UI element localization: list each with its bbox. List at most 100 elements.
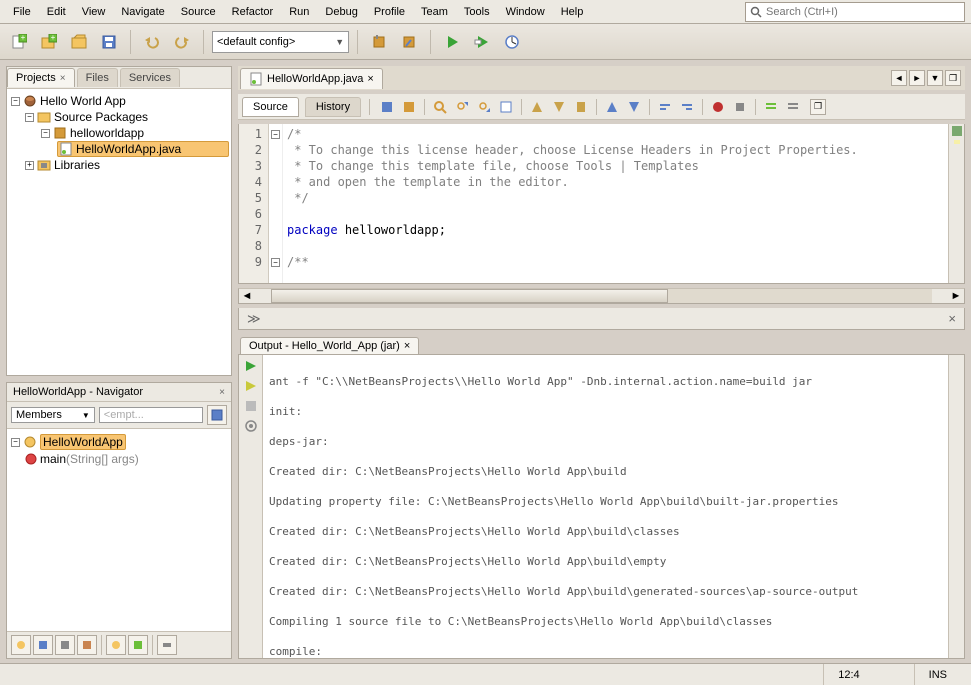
clean-build-button[interactable]	[396, 29, 422, 55]
editor-btn-prev-err[interactable]	[603, 98, 621, 116]
nav-method[interactable]: main(String[] args)	[9, 451, 229, 467]
menu-tools[interactable]: Tools	[457, 3, 497, 21]
menu-help[interactable]: Help	[554, 3, 591, 21]
tree-project-root[interactable]: −Hello World App	[9, 93, 229, 109]
editor-btn-prevbm[interactable]	[528, 98, 546, 116]
tab-services[interactable]: Services	[120, 68, 180, 87]
filter-field[interactable]: <empt...	[99, 407, 203, 423]
menu-refactor[interactable]: Refactor	[225, 3, 281, 21]
build-button[interactable]	[366, 29, 392, 55]
output-run-button[interactable]	[244, 359, 258, 373]
menu-source[interactable]: Source	[174, 3, 223, 21]
output-toolbar	[239, 355, 263, 658]
editor-btn-nextbm[interactable]	[550, 98, 568, 116]
editor-tab-file[interactable]: HelloWorldApp.java ×	[240, 68, 383, 89]
tab-nav-next[interactable]: ►	[909, 70, 925, 86]
quick-search[interactable]	[745, 2, 965, 22]
menu-window[interactable]: Window	[499, 3, 552, 21]
nav-filter-button[interactable]	[207, 405, 227, 425]
editor-btn-shift-left[interactable]	[656, 98, 674, 116]
output-stop-button[interactable]	[244, 399, 258, 413]
tab-nav-list[interactable]: ▼	[927, 70, 943, 86]
search-input[interactable]	[766, 6, 960, 18]
menu-bar: File Edit View Navigate Source Refactor …	[0, 0, 971, 24]
editor-vscrollbar[interactable]	[948, 124, 964, 283]
status-insert-mode: INS	[914, 664, 961, 685]
editor-btn-macro-stop[interactable]	[731, 98, 749, 116]
svg-text:+: +	[51, 34, 56, 42]
nav-filter-7[interactable]	[157, 635, 177, 655]
subtab-source[interactable]: Source	[242, 97, 299, 117]
tab-files[interactable]: Files	[77, 68, 118, 87]
output-text[interactable]: ant -f "C:\\NetBeansProjects\\Hello Worl…	[263, 355, 948, 658]
menu-profile[interactable]: Profile	[367, 3, 412, 21]
editor-btn-highlight[interactable]	[497, 98, 515, 116]
editor-btn-2[interactable]	[400, 98, 418, 116]
editor-btn-comment[interactable]	[762, 98, 780, 116]
output-settings-button[interactable]	[244, 419, 258, 433]
project-tree[interactable]: −Hello World App −Source Packages −hello…	[7, 89, 231, 375]
nav-filter-6[interactable]	[128, 635, 148, 655]
output-tab[interactable]: Output - Hello_World_App (jar) ×	[240, 337, 419, 354]
editor-btn-uncomment[interactable]	[784, 98, 802, 116]
save-all-button[interactable]	[96, 29, 122, 55]
nav-filter-5[interactable]	[106, 635, 126, 655]
menu-team[interactable]: Team	[414, 3, 455, 21]
output-vscrollbar[interactable]	[948, 355, 964, 658]
nav-filter-2[interactable]	[33, 635, 53, 655]
menu-run[interactable]: Run	[282, 3, 316, 21]
menu-navigate[interactable]: Navigate	[114, 3, 171, 21]
subtab-history[interactable]: History	[305, 97, 361, 117]
tab-nav-max[interactable]: ❐	[945, 70, 961, 86]
editor-btn-shift-right[interactable]	[678, 98, 696, 116]
redo-button[interactable]	[169, 29, 195, 55]
editor-breadcrumb[interactable]: ≫ ×	[238, 308, 965, 330]
close-icon[interactable]: ×	[219, 387, 225, 398]
run-config-select[interactable]: <default config> ▼	[212, 31, 349, 53]
profile-button[interactable]	[499, 29, 525, 55]
close-icon[interactable]: ×	[60, 73, 66, 84]
nav-filter-4[interactable]	[77, 635, 97, 655]
close-icon[interactable]: ×	[948, 311, 956, 326]
code-text[interactable]: /* * To change this license header, choo…	[283, 124, 948, 283]
nav-filter-3[interactable]	[55, 635, 75, 655]
tab-nav-prev[interactable]: ◄	[891, 70, 907, 86]
editor-hscrollbar[interactable]: ◄ ►	[238, 288, 965, 304]
open-project-button[interactable]	[66, 29, 92, 55]
editor-btn-next-err[interactable]	[625, 98, 643, 116]
nav-filter-1[interactable]	[11, 635, 31, 655]
navigator-tree[interactable]: −HelloWorldApp main(String[] args)	[7, 429, 231, 631]
debug-button[interactable]	[469, 29, 495, 55]
editor-btn-1[interactable]	[378, 98, 396, 116]
svg-text:+: +	[21, 34, 26, 42]
dropdown-arrow-icon: ▼	[335, 37, 344, 47]
tree-source-packages[interactable]: −Source Packages	[9, 109, 229, 125]
close-icon[interactable]: ×	[404, 340, 410, 352]
run-button[interactable]	[439, 29, 465, 55]
members-dropdown[interactable]: Members▼	[11, 407, 95, 423]
tab-projects[interactable]: Projects×	[7, 68, 75, 87]
new-file-button[interactable]: +	[6, 29, 32, 55]
fold-column[interactable]: − −	[269, 124, 283, 283]
editor-max-button[interactable]: ❐	[810, 99, 826, 115]
new-project-button[interactable]: +	[36, 29, 62, 55]
menu-file[interactable]: File	[6, 3, 38, 21]
editor-btn-togglebm[interactable]	[572, 98, 590, 116]
editor-btn-findprev[interactable]	[453, 98, 471, 116]
tree-java-file[interactable]: HelloWorldApp.java	[57, 141, 229, 157]
tree-package[interactable]: −helloworldapp	[9, 125, 229, 141]
close-icon[interactable]: ×	[367, 73, 373, 85]
search-icon	[750, 6, 762, 18]
nav-class[interactable]: −HelloWorldApp	[9, 433, 229, 451]
menu-view[interactable]: View	[75, 3, 113, 21]
code-editor[interactable]: 123456789 − − /* * To change this licens…	[238, 124, 965, 284]
editor-btn-findnext[interactable]	[475, 98, 493, 116]
output-rerun-button[interactable]	[244, 379, 258, 393]
navigator-panel: HelloWorldApp - Navigator × Members▼ <em…	[6, 382, 232, 659]
menu-debug[interactable]: Debug	[318, 3, 364, 21]
tree-libraries[interactable]: +Libraries	[9, 157, 229, 173]
menu-edit[interactable]: Edit	[40, 3, 73, 21]
editor-btn-find[interactable]	[431, 98, 449, 116]
undo-button[interactable]	[139, 29, 165, 55]
editor-btn-macro-rec[interactable]	[709, 98, 727, 116]
